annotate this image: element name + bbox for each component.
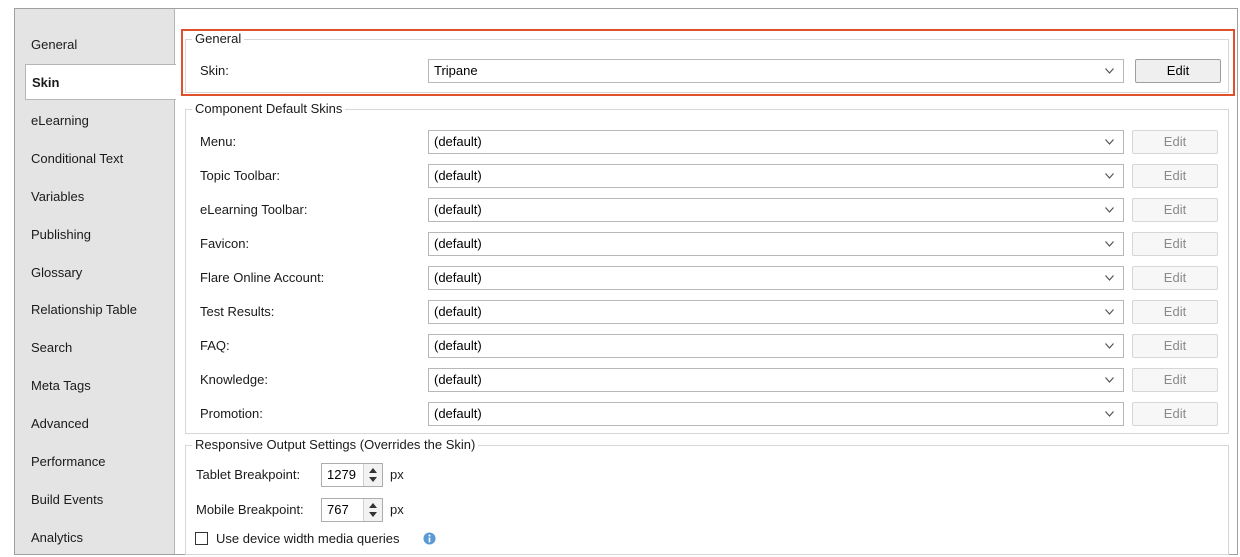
tablet-breakpoint-spinner[interactable]: 1279 — [321, 463, 383, 487]
mobile-breakpoint-spinner[interactable]: 767 — [321, 498, 383, 522]
component-skin-value: (default) — [434, 338, 482, 353]
component-edit-button[interactable]: Edit — [1132, 198, 1218, 222]
component-skin-value: (default) — [434, 134, 482, 149]
sidebar-item-build-events[interactable]: Build Events — [25, 482, 165, 518]
spinner-arrows[interactable] — [363, 464, 382, 486]
component-skin-select[interactable]: (default) — [428, 300, 1124, 324]
sidebar-item-meta-tags[interactable]: Meta Tags — [25, 368, 165, 404]
component-row-label: Menu: — [200, 134, 237, 149]
mobile-breakpoint-value: 767 — [327, 502, 349, 517]
sidebar-item-performance[interactable]: Performance — [25, 444, 165, 480]
component-edit-button[interactable]: Edit — [1132, 368, 1218, 392]
component-skin-select[interactable]: (default) — [428, 266, 1124, 290]
component-skin-select[interactable]: (default) — [428, 402, 1124, 426]
skin-panel: General Skin: Tripane Edit Component Def… — [175, 9, 1237, 555]
skin-settings-dialog: General Skin eLearning Conditional Text Vari… — [14, 8, 1238, 555]
component-row-label: Flare Online Account: — [200, 270, 325, 285]
spinner-arrows[interactable] — [363, 499, 382, 521]
spinner-arrows-icon — [369, 468, 377, 482]
component-skin-select[interactable]: (default) — [428, 232, 1124, 256]
info-icon[interactable] — [423, 532, 436, 545]
component-skin-value: (default) — [434, 202, 482, 217]
component-skin-value: (default) — [434, 372, 482, 387]
component-row-label: FAQ: — [200, 338, 230, 353]
chevron-down-icon — [1105, 343, 1114, 349]
component-skin-value: (default) — [434, 304, 482, 319]
device-width-label[interactable]: Use device width media queries — [216, 531, 400, 547]
component-skin-value: (default) — [434, 270, 482, 285]
component-skin-value: (default) — [434, 236, 482, 251]
component-edit-button[interactable]: Edit — [1132, 334, 1218, 358]
skin-label: Skin: — [200, 63, 229, 78]
device-width-checkbox[interactable] — [195, 532, 208, 545]
spinner-arrows-icon — [369, 503, 377, 517]
mobile-breakpoint-label: Mobile Breakpoint: — [196, 502, 304, 517]
component-row-label: Topic Toolbar: — [200, 168, 280, 183]
component-skin-select[interactable]: (default) — [428, 198, 1124, 222]
responsive-group-title: Responsive Output Settings (Overrides th… — [192, 437, 479, 453]
skin-select[interactable]: Tripane — [428, 59, 1124, 83]
skin-edit-button[interactable]: Edit — [1135, 59, 1221, 83]
component-row-label: Promotion: — [200, 406, 263, 421]
component-edit-button[interactable]: Edit — [1132, 130, 1218, 154]
sidebar-item-advanced[interactable]: Advanced — [25, 406, 165, 442]
chevron-down-icon — [1105, 241, 1114, 247]
sidebar-item-elearning[interactable]: eLearning — [25, 103, 165, 139]
sidebar-item-glossary[interactable]: Glossary — [25, 255, 165, 291]
sidebar-item-skin[interactable]: Skin — [25, 64, 176, 100]
component-skin-select[interactable]: (default) — [428, 164, 1124, 188]
component-skin-value: (default) — [434, 406, 482, 421]
chevron-down-icon — [1105, 173, 1114, 179]
component-skin-select[interactable]: (default) — [428, 334, 1124, 358]
component-skin-select[interactable]: (default) — [428, 130, 1124, 154]
component-edit-button[interactable]: Edit — [1132, 300, 1218, 324]
component-row-label: eLearning Toolbar: — [200, 202, 308, 217]
mobile-unit-label: px — [390, 502, 404, 517]
tablet-breakpoint-label: Tablet Breakpoint: — [196, 467, 301, 482]
component-skin-select[interactable]: (default) — [428, 368, 1124, 392]
sidebar-item-conditional-text[interactable]: Conditional Text — [25, 141, 165, 177]
component-edit-button[interactable]: Edit — [1132, 232, 1218, 256]
chevron-down-icon — [1105, 377, 1114, 383]
sidebar-item-general[interactable]: General — [25, 27, 165, 63]
chevron-down-icon — [1105, 139, 1114, 145]
chevron-down-icon — [1105, 207, 1114, 213]
sidebar-tabs: General Skin eLearning Conditional Text Vari… — [15, 9, 176, 556]
component-skin-value: (default) — [434, 168, 482, 183]
component-edit-button[interactable]: Edit — [1132, 402, 1218, 426]
component-row-label: Favicon: — [200, 236, 250, 251]
component-edit-button[interactable]: Edit — [1132, 266, 1218, 290]
skin-select-value: Tripane — [434, 63, 478, 78]
sidebar-item-variables[interactable]: Variables — [25, 179, 165, 215]
sidebar-item-publishing[interactable]: Publishing — [25, 217, 165, 253]
component-edit-button[interactable]: Edit — [1132, 164, 1218, 188]
tablet-breakpoint-value: 1279 — [327, 467, 356, 482]
component-skins-title: Component Default Skins — [192, 101, 346, 117]
sidebar-item-search[interactable]: Search — [25, 330, 165, 366]
sidebar-item-analytics[interactable]: Analytics — [25, 520, 165, 556]
sidebar-item-relationship-table[interactable]: Relationship Table — [25, 292, 165, 328]
chevron-down-icon — [1105, 275, 1114, 281]
component-row-label: Test Results: — [200, 304, 275, 319]
tablet-unit-label: px — [390, 467, 404, 482]
component-row-label: Knowledge: — [200, 372, 268, 387]
chevron-down-icon — [1105, 68, 1114, 74]
chevron-down-icon — [1105, 411, 1114, 417]
chevron-down-icon — [1105, 309, 1114, 315]
